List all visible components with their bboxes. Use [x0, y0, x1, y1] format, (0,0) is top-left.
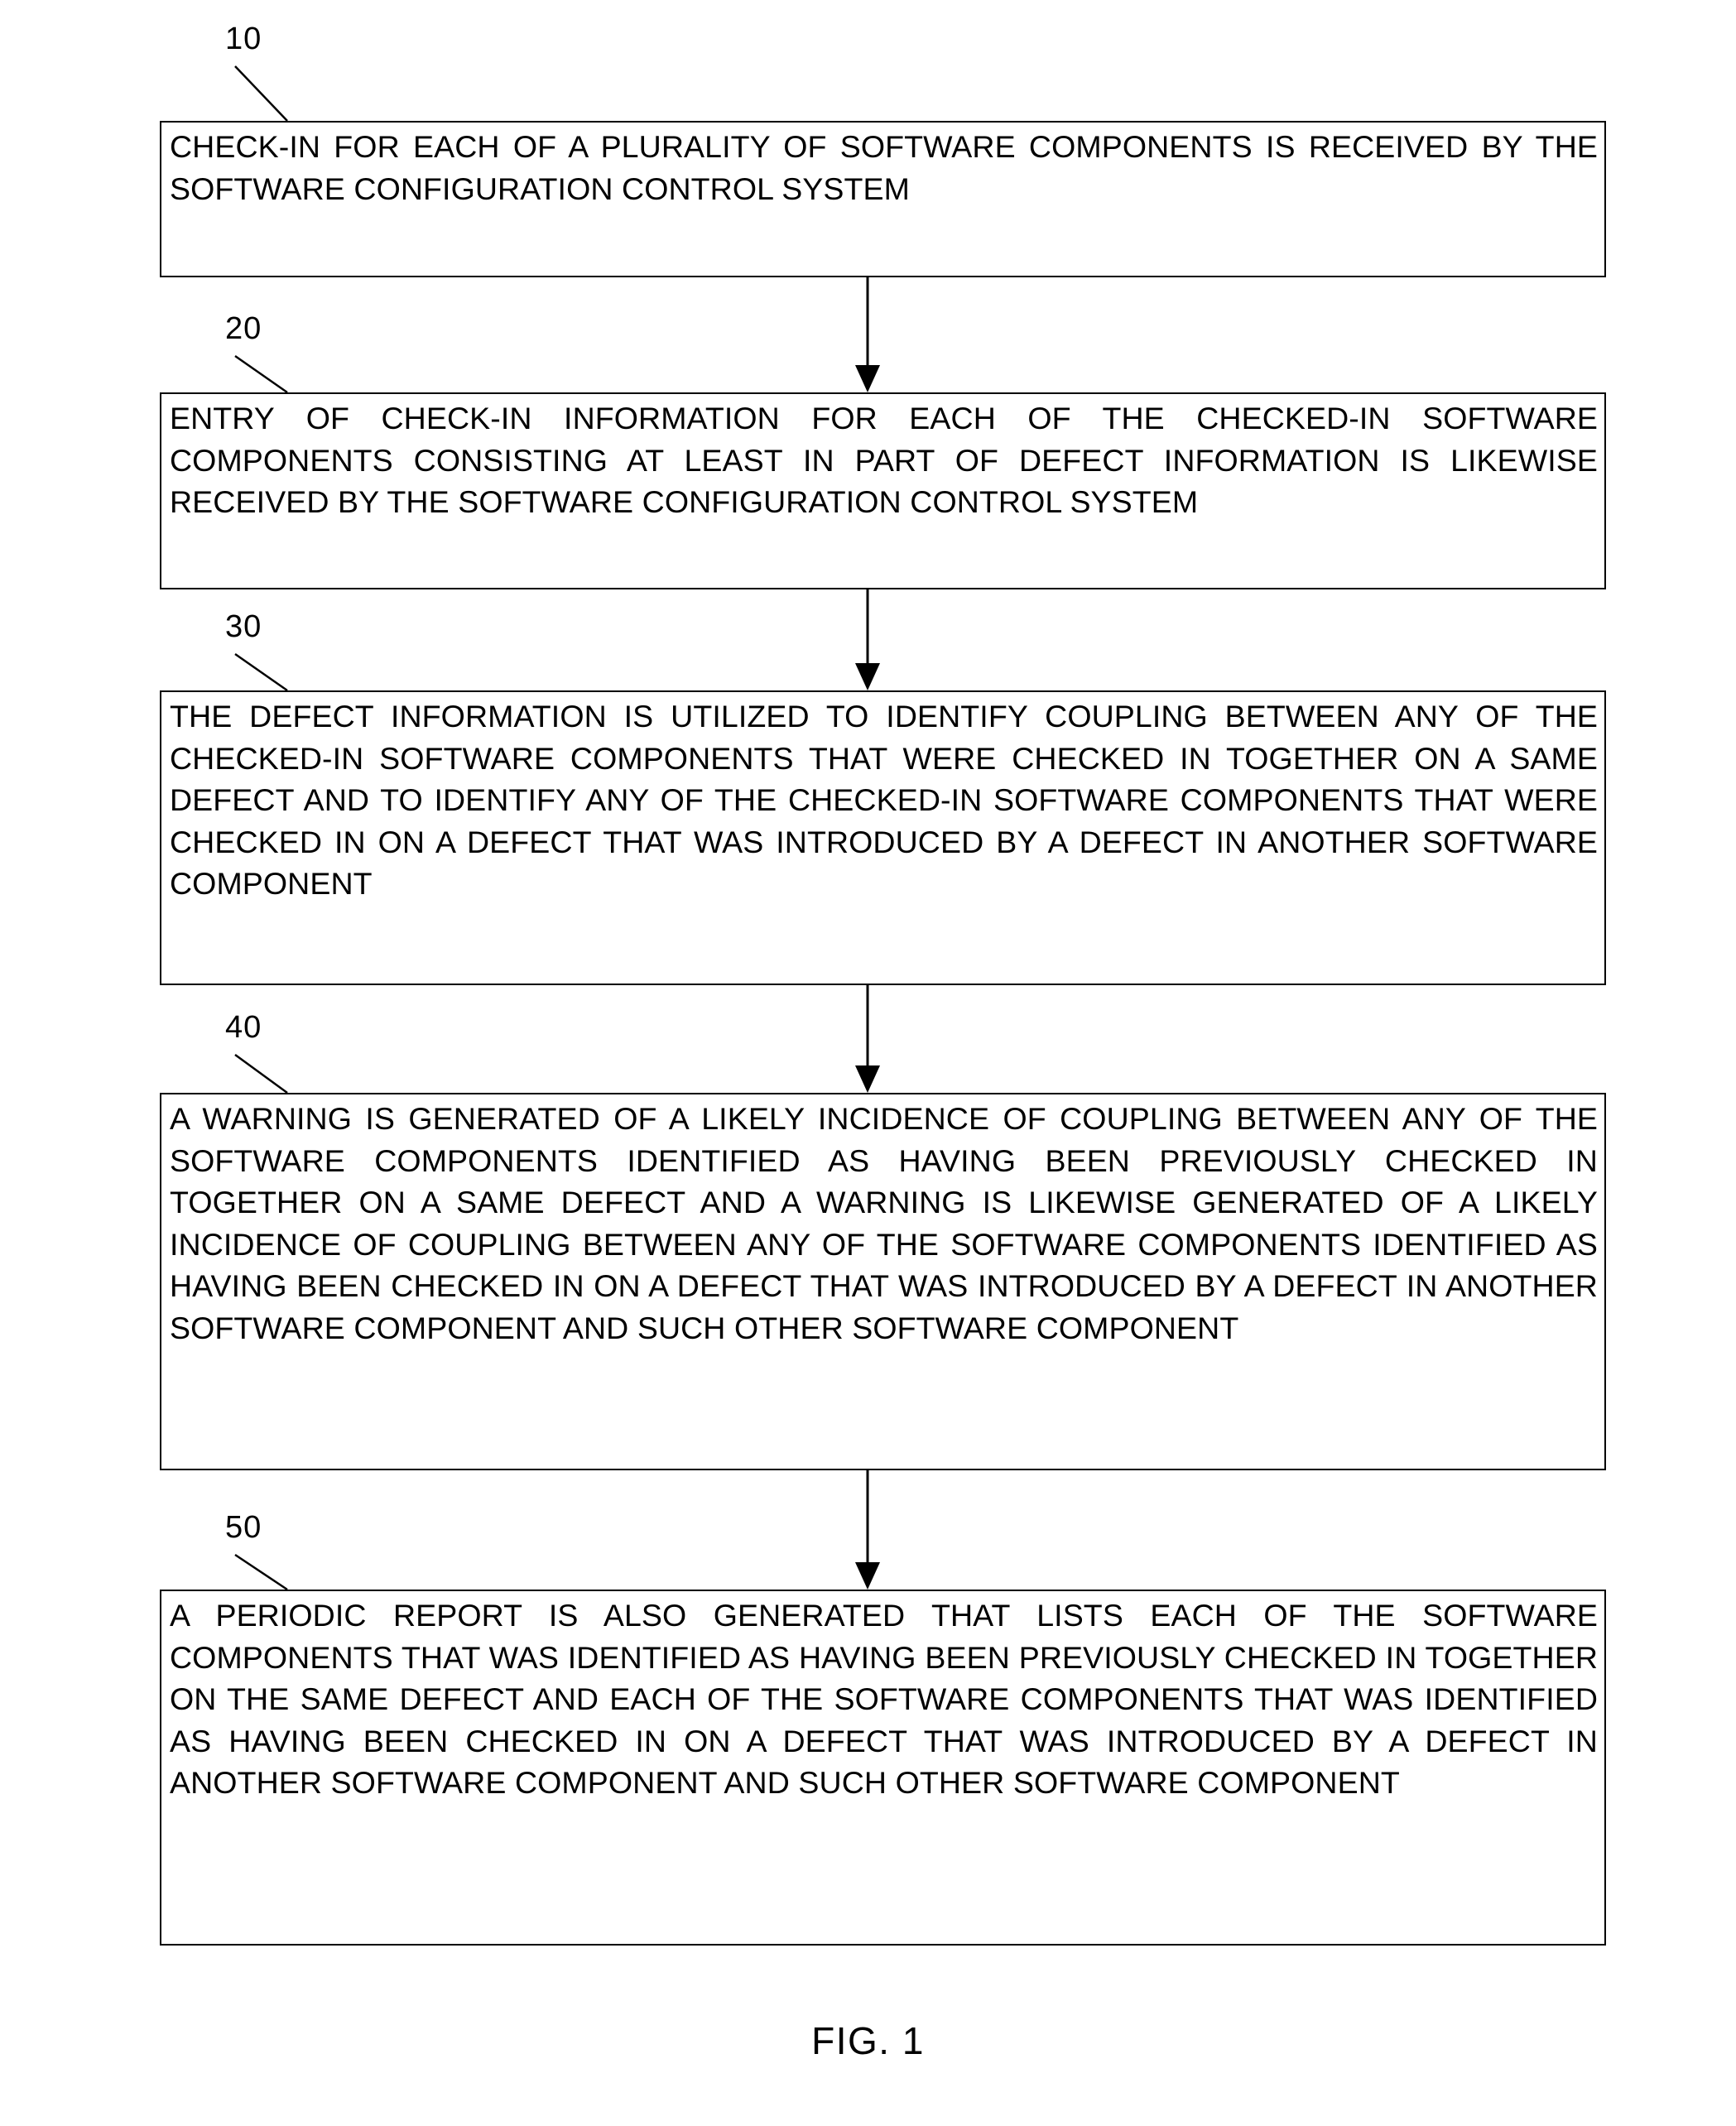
leader-line-40: [234, 1053, 288, 1094]
process-box-40: A WARNING IS GENERATED OF A LIKELY INCID…: [160, 1093, 1606, 1470]
process-box-30-text: THE DEFECT INFORMATION IS UTILIZED TO ID…: [170, 699, 1598, 901]
process-box-20: ENTRY OF CHECK-IN INFORMATION FOR EACH O…: [160, 392, 1606, 589]
process-box-50: A PERIODIC REPORT IS ALSO GENERATED THAT…: [160, 1590, 1606, 1946]
leader-line-30: [234, 652, 288, 692]
arrow-30-to-40: [855, 985, 880, 1093]
process-box-10-text: CHECK-IN FOR EACH OF A PLURALITY OF SOFT…: [170, 129, 1598, 206]
process-box-10: CHECK-IN FOR EACH OF A PLURALITY OF SOFT…: [160, 121, 1606, 277]
process-box-50-text: A PERIODIC REPORT IS ALSO GENERATED THAT…: [170, 1598, 1598, 1800]
leader-line-10: [234, 65, 288, 122]
process-box-40-text: A WARNING IS GENERATED OF A LIKELY INCID…: [170, 1101, 1598, 1345]
figure-caption: FIG. 1: [811, 2019, 925, 2062]
reference-numeral-10: 10: [225, 22, 262, 56]
arrow-10-to-20: [855, 277, 880, 392]
process-box-20-text: ENTRY OF CHECK-IN INFORMATION FOR EACH O…: [170, 401, 1598, 519]
arrow-20-to-30: [855, 589, 880, 690]
leader-line-20: [234, 354, 288, 394]
leader-line-50: [234, 1553, 288, 1591]
reference-numeral-30: 30: [225, 609, 262, 644]
reference-numeral-40: 40: [225, 1010, 262, 1045]
process-box-30: THE DEFECT INFORMATION IS UTILIZED TO ID…: [160, 690, 1606, 985]
figure-sheet: 10 20 30 40 50 CHECK-IN FOR EACH OF A PL…: [0, 0, 1736, 2126]
arrow-40-to-50: [855, 1470, 880, 1590]
reference-numeral-20: 20: [225, 311, 262, 346]
reference-numeral-50: 50: [225, 1510, 262, 1545]
